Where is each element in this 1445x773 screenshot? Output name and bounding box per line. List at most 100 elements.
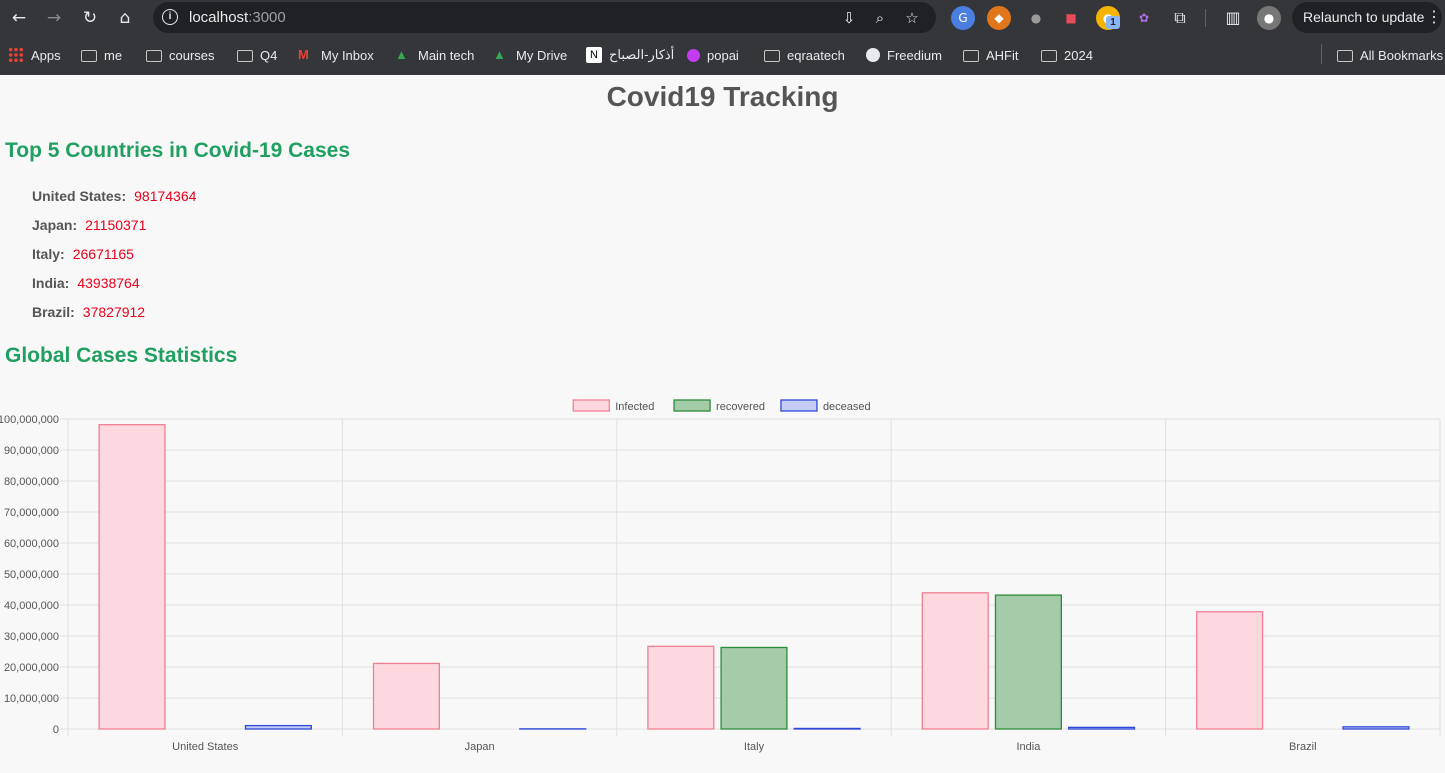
bookmark-azkar[interactable]: N أذكار-الصباح (586, 45, 674, 65)
popai-icon (687, 49, 700, 62)
y-tick-label: 0 (53, 724, 59, 736)
address-url[interactable]: localhost:3000 (189, 9, 286, 26)
bar-deceased (245, 726, 311, 729)
relaunch-button[interactable]: Relaunch to update (1292, 2, 1442, 33)
y-tick-label: 100,000,000 (0, 414, 59, 426)
home-icon[interactable]: ⌂ (112, 5, 138, 31)
browser-chrome: ← → ↻ ⌂ i localhost:3000 ⇩ ⌕ ☆ G ◆ ● ■ ●… (0, 0, 1445, 75)
bookmark-label: Q4 (260, 48, 277, 63)
country-row: Brazil: 37827912 (32, 304, 145, 320)
legend-label: Infected (615, 401, 654, 413)
bar-infected (648, 646, 714, 729)
bar-deceased (1069, 727, 1135, 729)
bookmark-freedium[interactable]: Freedium (866, 45, 942, 65)
bookmark-apps[interactable]: Apps (8, 45, 61, 65)
back-arrow-icon[interactable]: ← (6, 5, 32, 31)
y-tick-label: 50,000,000 (4, 569, 59, 581)
bookmark-label: popai (707, 48, 739, 63)
bookmark-label: courses (169, 48, 215, 63)
bookmark-label: أذكار-الصباح (609, 47, 674, 63)
bookmark-main-tech[interactable]: ▲ Main tech (395, 45, 474, 65)
url-port: :3000 (248, 9, 286, 26)
bookmark-me[interactable]: me (81, 45, 122, 65)
bookmark-label: My Inbox (321, 48, 374, 63)
bar-infected (99, 425, 165, 729)
bookmark-courses[interactable]: courses (146, 45, 215, 65)
cases-bar-chart: 010,000,00020,000,00030,000,00040,000,00… (0, 388, 1445, 768)
globe-icon (866, 48, 880, 62)
bookmark-my-inbox[interactable]: M My Inbox (298, 45, 374, 65)
bookmark-label: All Bookmarks (1360, 48, 1443, 63)
bar-deceased (1343, 727, 1409, 729)
zoom-icon[interactable]: ⌕ (869, 7, 891, 29)
bookmark-label: My Drive (516, 48, 567, 63)
bookmark-label: Apps (31, 48, 61, 63)
bookmarks-bar: Apps me courses Q4 M My Inbox ▲ Main tec… (0, 40, 1445, 68)
y-tick-label: 70,000,000 (4, 507, 59, 519)
reload-icon[interactable]: ↻ (77, 5, 103, 31)
bookmark-eqraatech[interactable]: eqraatech (764, 45, 845, 65)
bar-recovered (721, 647, 787, 729)
notion-icon: N (586, 47, 602, 63)
country-cases: 21150371 (85, 217, 146, 233)
top-countries-heading: Top 5 Countries in Covid-19 Cases (5, 139, 350, 163)
legend-swatch (781, 400, 817, 411)
screen-recorder-icon[interactable]: ■ (1059, 6, 1083, 30)
bar-infected (922, 593, 988, 729)
x-tick-label: Brazil (1289, 741, 1317, 753)
y-tick-label: 90,000,000 (4, 445, 59, 457)
y-tick-label: 80,000,000 (4, 476, 59, 488)
all-bookmarks[interactable]: All Bookmarks (1337, 45, 1443, 65)
browser-menu-icon[interactable]: ⋮ (1426, 6, 1442, 30)
x-tick-label: United States (172, 741, 239, 753)
folder-icon (146, 50, 162, 62)
bar-infected (1197, 612, 1263, 729)
y-tick-label: 10,000,000 (4, 693, 59, 705)
site-info-icon[interactable]: i (162, 9, 178, 25)
address-bar[interactable]: i localhost:3000 ⇩ ⌕ ☆ (153, 2, 936, 33)
country-row: Italy: 26671165 (32, 246, 134, 262)
y-tick-label: 60,000,000 (4, 538, 59, 550)
forward-arrow-icon[interactable]: → (41, 5, 67, 31)
x-tick-label: Italy (744, 741, 765, 753)
legend-label: recovered (716, 401, 765, 413)
country-cases: 26671165 (73, 246, 134, 262)
country-name: Italy: (32, 246, 65, 262)
bookmark-ahfit[interactable]: AHFit (963, 45, 1019, 65)
bookmarks-divider (1321, 44, 1322, 64)
folder-icon (237, 50, 253, 62)
profile-avatar[interactable]: ● (1257, 6, 1281, 30)
bookmark-star-icon[interactable]: ☆ (901, 7, 923, 29)
bookmark-my-drive[interactable]: ▲ My Drive (493, 45, 567, 65)
install-app-icon[interactable]: ⇩ (838, 7, 860, 29)
drive-icon: ▲ (395, 47, 411, 63)
y-tick-label: 20,000,000 (4, 662, 59, 674)
toolbar-divider (1205, 9, 1206, 27)
legend-swatch (573, 400, 609, 411)
country-name: India: (32, 275, 69, 291)
country-cases: 43938764 (77, 275, 139, 291)
bookmark-label: 2024 (1064, 48, 1093, 63)
bookmark-label: me (104, 48, 122, 63)
country-name: Brazil: (32, 304, 75, 320)
gmail-icon: M (298, 47, 314, 63)
page-title: Covid19 Tracking (0, 81, 1445, 113)
metamask-fox-icon[interactable]: ◆ (987, 6, 1011, 30)
page-content: Covid19 Tracking Top 5 Countries in Covi… (0, 75, 1445, 768)
bar-infected (373, 663, 439, 729)
bookmark-q4[interactable]: Q4 (237, 45, 277, 65)
extension-badge: 1 (1106, 16, 1120, 29)
side-panel-icon[interactable]: ▥ (1221, 6, 1245, 30)
country-name: Japan: (32, 217, 77, 233)
country-row: United States:98174364 (32, 188, 196, 204)
google-translate-icon[interactable]: G (951, 6, 975, 30)
folder-icon (963, 50, 979, 62)
x-tick-label: India (1016, 741, 1041, 753)
bookmark-popai[interactable]: popai (687, 45, 739, 65)
extension-circle-icon[interactable]: ● (1024, 6, 1048, 30)
brain-extension-icon[interactable]: ✿ (1132, 6, 1156, 30)
extensions-puzzle-icon[interactable]: ⧉ (1168, 6, 1192, 30)
bookmark-2024[interactable]: 2024 (1041, 45, 1093, 65)
country-cases: 37827912 (83, 304, 145, 320)
country-row: India: 43938764 (32, 275, 140, 291)
